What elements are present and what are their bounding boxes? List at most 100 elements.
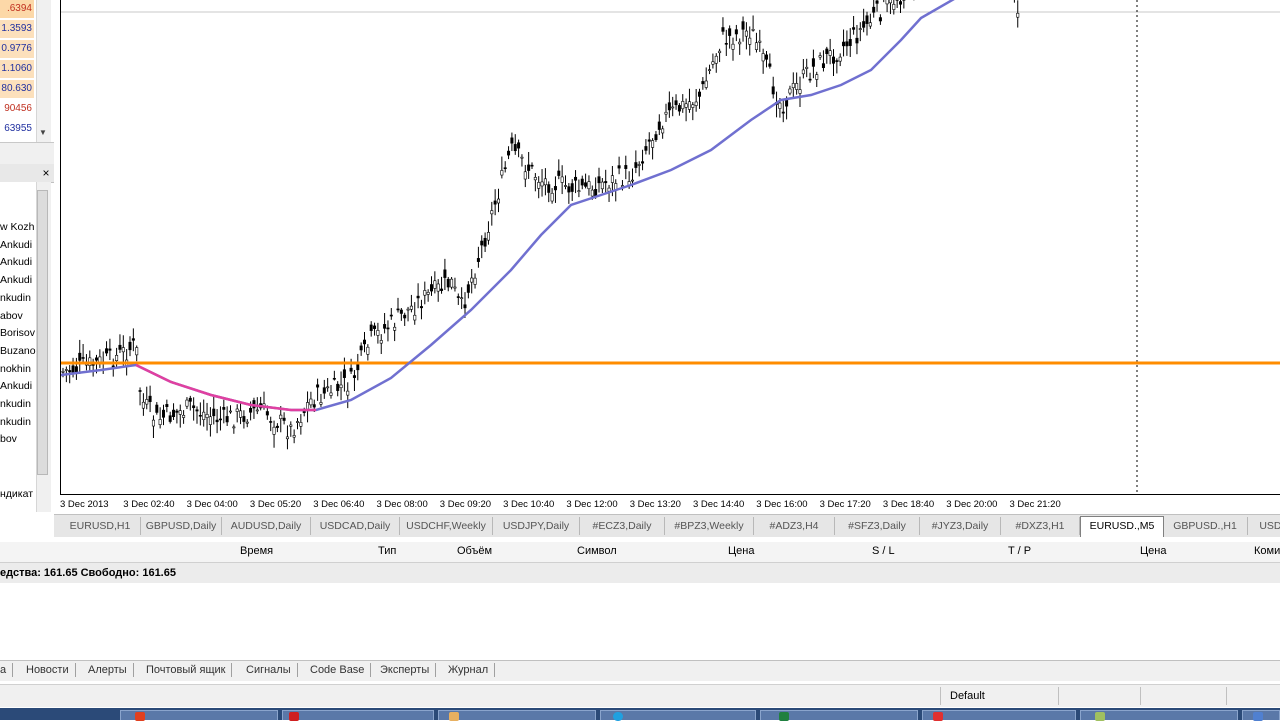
candle-body xyxy=(186,400,188,406)
candle-body xyxy=(514,144,516,150)
candle-body xyxy=(166,404,168,406)
candle-body xyxy=(548,185,550,193)
terminal-column-header[interactable]: Объём xyxy=(457,545,492,557)
candle-body xyxy=(82,357,84,358)
time-tick-label: 3 Dec 18:40 xyxy=(883,499,934,510)
candle-body xyxy=(578,191,580,192)
chart-tab[interactable]: USDCHF,Weekly xyxy=(400,517,493,535)
price-chart[interactable] xyxy=(60,0,1280,494)
terminal-tab[interactable]: а xyxy=(0,663,13,677)
time-tick-label: 3 Dec 05:20 xyxy=(250,499,301,510)
chart-tab[interactable]: #ADZ3,H4 xyxy=(754,517,835,535)
navigator-item[interactable]: Ankudi xyxy=(0,378,32,394)
taskbar-button[interactable] xyxy=(922,710,1076,720)
scroll-down-icon[interactable]: ▼ xyxy=(39,128,47,137)
terminal-tab[interactable]: Алерты xyxy=(88,663,134,677)
candle-body xyxy=(142,402,144,408)
panel-splitter[interactable] xyxy=(0,142,54,165)
moving-average-highlight xyxy=(136,365,316,410)
chart-tab[interactable]: EURUSD.,M5 xyxy=(1080,516,1164,537)
market-watch-price[interactable]: 90456 xyxy=(0,100,34,118)
navigator-item[interactable]: nkudin xyxy=(0,396,31,412)
navigator-item[interactable]: nokhin xyxy=(0,361,31,377)
chart-tab[interactable]: USDCH xyxy=(1248,517,1280,535)
chart-tab[interactable]: #DXZ3,H1 xyxy=(1001,517,1080,535)
terminal-tab[interactable]: Почтовый ящик xyxy=(146,663,232,677)
terminal-column-header[interactable]: Время xyxy=(240,545,273,557)
time-tick-label: 3 Dec 14:40 xyxy=(693,499,744,510)
terminal-tab[interactable]: Эксперты xyxy=(380,663,436,677)
market-watch-price[interactable]: 80.630 xyxy=(0,80,34,98)
candle-body xyxy=(410,306,412,309)
navigator-item[interactable]: Ankudi xyxy=(0,237,32,253)
market-watch-price[interactable]: 1.3593 xyxy=(0,20,34,38)
navigator-item[interactable]: nkudin xyxy=(0,414,31,430)
candle-body xyxy=(487,232,489,240)
market-watch-price[interactable]: .6394 xyxy=(0,0,34,18)
navigator-item[interactable]: Borisov xyxy=(0,325,35,341)
terminal-column-header[interactable]: T / P xyxy=(1008,545,1031,557)
navigator-item[interactable]: abov xyxy=(0,308,23,324)
navigator-item[interactable]: Ankudi xyxy=(0,272,32,288)
navigator-scroll-thumb[interactable] xyxy=(37,190,48,475)
taskbar-button[interactable] xyxy=(120,710,278,720)
candle-body xyxy=(75,367,77,372)
market-watch-price[interactable]: 0.9776 xyxy=(0,40,34,58)
chart-tab[interactable]: #BPZ3,Weekly xyxy=(665,517,754,535)
candle-body xyxy=(357,364,359,370)
candle-body xyxy=(179,411,181,415)
candle-body xyxy=(243,416,245,421)
candle-body xyxy=(216,420,218,422)
terminal-column-header[interactable]: Тип xyxy=(378,545,396,557)
terminal-tab[interactable]: Code Base xyxy=(310,663,371,677)
terminal-tab[interactable]: Сигналы xyxy=(246,663,298,677)
chart-tab[interactable]: USDCAD,Daily xyxy=(311,517,400,535)
candle-body xyxy=(270,421,272,422)
candle-body xyxy=(494,201,496,204)
chart-tab[interactable]: #SFZ3,Daily xyxy=(835,517,920,535)
chart-tab[interactable]: GBPUSD,Daily xyxy=(141,517,222,535)
chart-tab[interactable]: EURUSD,H1 xyxy=(60,517,141,535)
close-icon[interactable]: × xyxy=(40,165,52,181)
chart-tab[interactable]: GBPUSD.,H1 xyxy=(1163,517,1248,535)
candle-body xyxy=(501,170,503,175)
terminal-column-header[interactable]: Цена xyxy=(728,545,754,557)
chart-tab[interactable]: #JYZ3,Daily xyxy=(920,517,1001,535)
terminal-column-header[interactable]: Цена xyxy=(1140,545,1166,557)
terminal-column-header[interactable]: Коми xyxy=(1254,545,1280,557)
terminal-column-header[interactable]: S / L xyxy=(872,545,895,557)
candle-body xyxy=(256,410,258,411)
candle-body xyxy=(377,330,379,335)
candle-body xyxy=(360,346,362,350)
candle-body xyxy=(122,348,124,352)
navigator-item[interactable]: nkudin xyxy=(0,290,31,306)
navigator-item[interactable]: bov xyxy=(0,431,17,447)
navigator-section-indicators[interactable]: ндикат xyxy=(0,486,33,502)
navigator-item[interactable]: w Kozh xyxy=(0,219,34,235)
chart-tab[interactable]: AUDUSD,Daily xyxy=(222,517,311,535)
market-watch-scrollbar[interactable]: ▼ xyxy=(36,0,51,142)
taskbar-button[interactable] xyxy=(760,710,918,720)
candle-body xyxy=(119,345,121,349)
taskbar-button[interactable] xyxy=(1080,710,1238,720)
candle-body xyxy=(692,105,694,108)
taskbar-button[interactable] xyxy=(282,710,434,720)
navigator-item[interactable]: Buzano xyxy=(0,343,36,359)
taskbar-button[interactable] xyxy=(438,710,596,720)
candle-body xyxy=(591,190,593,196)
taskbar-button[interactable] xyxy=(600,710,756,720)
terminal-tab[interactable]: Новости xyxy=(26,663,76,677)
moving-average-line xyxy=(61,0,961,410)
chart-tab[interactable]: USDJPY,Daily xyxy=(493,517,580,535)
taskbar-button[interactable] xyxy=(1242,710,1280,720)
terminal-column-header[interactable]: Символ xyxy=(577,545,617,557)
navigator-item[interactable]: Ankudi xyxy=(0,254,32,270)
candle-body xyxy=(718,51,720,53)
terminal-tab[interactable]: Журнал xyxy=(448,663,495,677)
market-watch-price[interactable]: 1.1060 xyxy=(0,60,34,78)
candle-body xyxy=(79,353,81,360)
market-watch-price[interactable]: 63955 xyxy=(0,120,34,138)
chart-tab[interactable]: #ECZ3,Daily xyxy=(580,517,665,535)
candle-body xyxy=(678,105,680,111)
candle-body xyxy=(675,101,677,105)
